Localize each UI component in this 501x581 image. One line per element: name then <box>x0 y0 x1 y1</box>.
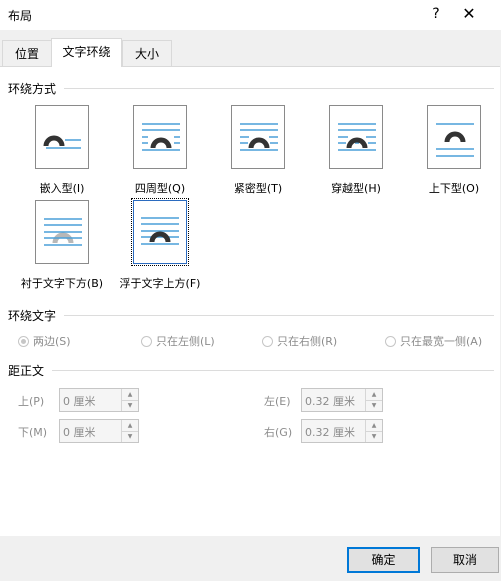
radio-button[interactable] <box>18 336 29 347</box>
distance-right-label: 右(G) <box>264 426 293 439</box>
wrap-square-option[interactable] <box>133 105 187 169</box>
wrap-style-title: 环绕方式 <box>8 82 57 96</box>
wrap-square-label: 四周型(Q) <box>134 182 186 195</box>
distance-left-stepper[interactable]: 0.32 厘米 ▲ ▼ <box>301 388 383 412</box>
wrap-tight-label: 紧密型(T) <box>233 182 283 195</box>
wrap-through-option[interactable] <box>329 105 383 169</box>
spin-buttons: ▲ ▼ <box>365 420 382 442</box>
radio-button[interactable] <box>262 336 273 347</box>
top-bottom-icon <box>436 123 474 157</box>
cancel-button[interactable]: 取消 <box>431 547 499 573</box>
radio-both-sides-label: 两边(S) <box>33 335 71 348</box>
tab-size[interactable]: 大小 <box>122 40 172 66</box>
wrap-top-bottom-option[interactable] <box>427 105 481 169</box>
tight-icon <box>240 123 278 151</box>
ok-button[interactable]: 确定 <box>347 547 420 573</box>
distance-bottom-stepper[interactable]: 0 厘米 ▲ ▼ <box>59 419 139 443</box>
dialog-title: 布局 <box>8 9 33 23</box>
spin-down-button[interactable]: ▼ <box>122 400 138 411</box>
radio-right-only[interactable]: 只在右侧(R) <box>262 333 337 349</box>
help-button[interactable]: ? <box>425 4 447 24</box>
wrap-inline-label: 嵌入型(I) <box>39 182 85 195</box>
square-icon <box>142 123 180 151</box>
distance-right-stepper[interactable]: 0.32 厘米 ▲ ▼ <box>301 419 383 443</box>
wrap-inline-option[interactable] <box>35 105 89 169</box>
behind-text-icon <box>44 218 82 246</box>
spin-buttons: ▲ ▼ <box>121 389 138 411</box>
distance-right-value: 0.32 厘米 <box>305 426 355 439</box>
wrap-in-front-option[interactable] <box>131 198 189 266</box>
wrap-text-title: 环绕文字 <box>8 309 57 323</box>
distance-left-label: 左(E) <box>264 395 291 408</box>
through-icon <box>338 123 376 151</box>
divider <box>64 315 494 316</box>
wrap-tight-option[interactable] <box>231 105 285 169</box>
tab-text-wrapping[interactable]: 文字环绕 <box>51 38 122 67</box>
radio-largest-side[interactable]: 只在最宽一侧(A) <box>385 333 482 349</box>
radio-right-only-label: 只在右侧(R) <box>277 335 338 348</box>
wrap-top-bottom-label: 上下型(O) <box>428 182 480 195</box>
divider <box>52 370 494 371</box>
in-front-of-text-icon <box>141 217 179 245</box>
radio-button[interactable] <box>141 336 152 347</box>
spin-buttons: ▲ ▼ <box>365 389 382 411</box>
radio-button[interactable] <box>385 336 396 347</box>
distance-top-label: 上(P) <box>18 395 45 408</box>
radio-largest-side-label: 只在最宽一侧(A) <box>400 335 483 348</box>
close-button[interactable]: ✕ <box>458 4 480 24</box>
tab-bar: 位置 文字环绕 大小 <box>0 38 501 67</box>
wrap-through-label: 穿越型(H) <box>331 182 381 195</box>
spin-down-button[interactable]: ▼ <box>366 400 382 411</box>
distance-bottom-value: 0 厘米 <box>63 426 96 439</box>
tab-position[interactable]: 位置 <box>2 40 52 66</box>
distance-bottom-label: 下(M) <box>18 426 48 439</box>
wrap-behind-text-label: 衬于文字下方(B) <box>20 277 104 290</box>
radio-left-only[interactable]: 只在左侧(L) <box>141 333 215 349</box>
spin-down-button[interactable]: ▼ <box>122 431 138 442</box>
tab-panel: 环绕方式 嵌入型(I) 四周型(Q) 紧密型(T) 穿越型(H) 上下型(O) … <box>0 66 500 536</box>
distance-left-value: 0.32 厘米 <box>305 395 355 408</box>
wrap-behind-text-option[interactable] <box>35 200 89 264</box>
title-bar: 布局 ? ✕ <box>0 0 501 30</box>
divider <box>64 88 494 89</box>
distance-top-stepper[interactable]: 0 厘米 ▲ ▼ <box>59 388 139 412</box>
radio-both-sides[interactable]: 两边(S) <box>18 333 71 349</box>
radio-left-only-label: 只在左侧(L) <box>156 335 215 348</box>
spin-down-button[interactable]: ▼ <box>366 431 382 442</box>
spin-buttons: ▲ ▼ <box>121 420 138 442</box>
wrap-in-front-label: 浮于文字上方(F) <box>119 277 201 290</box>
distance-title: 距正文 <box>8 364 45 378</box>
distance-top-value: 0 厘米 <box>63 395 96 408</box>
inline-icon <box>43 135 81 149</box>
